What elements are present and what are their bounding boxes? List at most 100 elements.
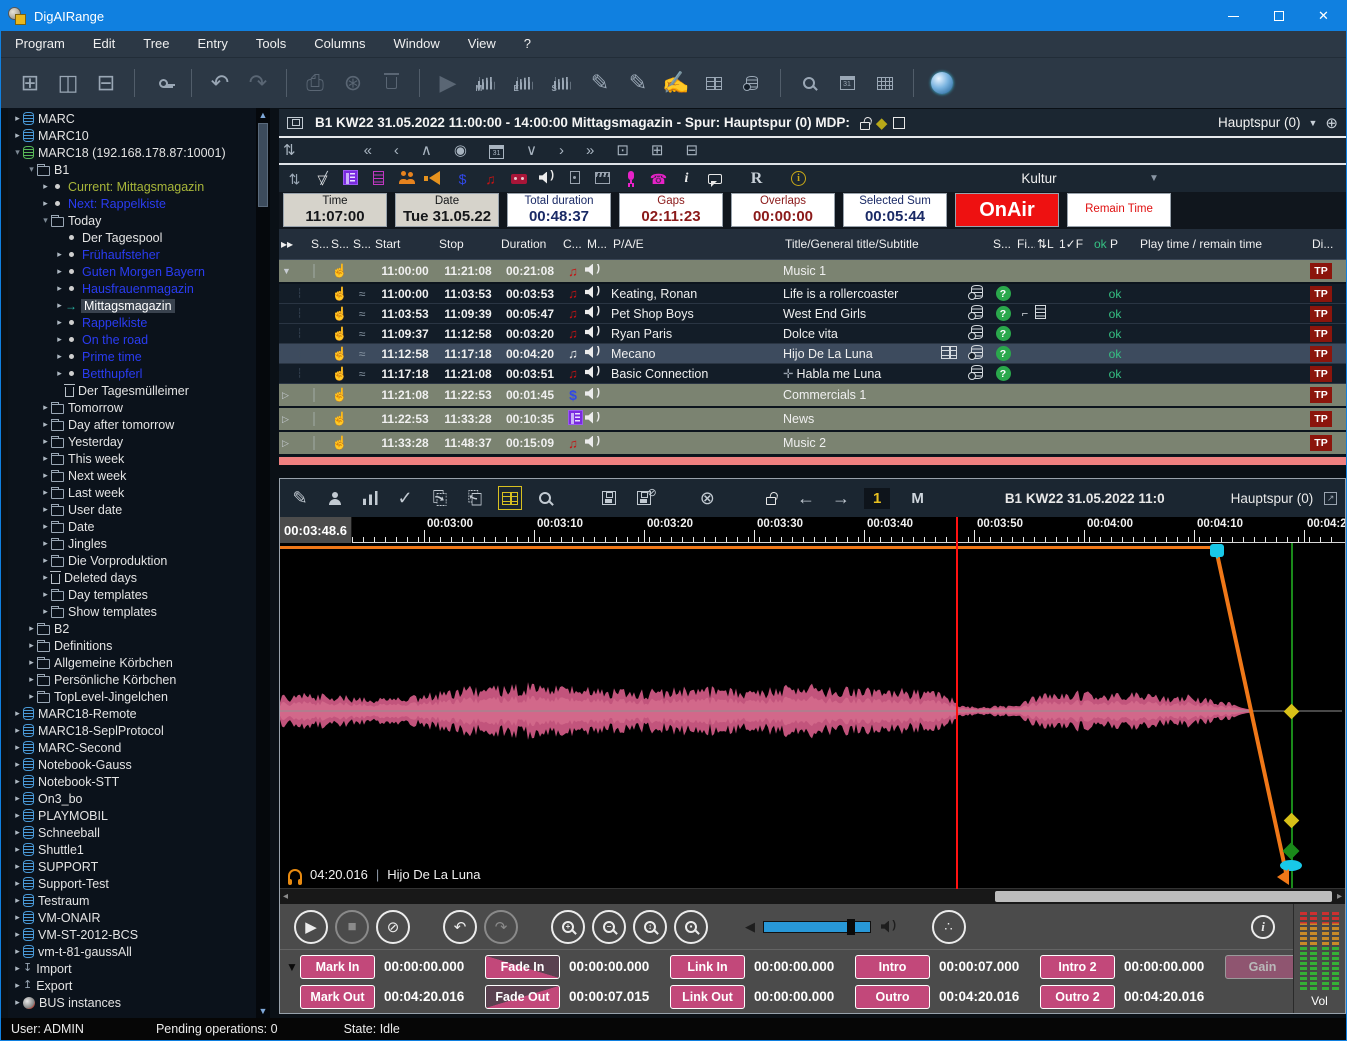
- split-vertical-button[interactable]: ◫: [51, 66, 85, 100]
- split-horizontal-button[interactable]: ⊟: [89, 66, 123, 100]
- print-button[interactable]: ⎙: [298, 66, 332, 100]
- playlist-row[interactable]: ┆☝≈11:12:5811:17:1800:04:20♫MecanoHijo D…: [279, 344, 1346, 364]
- playhead-cursor[interactable]: [956, 517, 958, 889]
- music-note-filter-button[interactable]: ♫: [481, 172, 500, 186]
- scroll-up-icon[interactable]: ▲: [257, 108, 269, 122]
- column-header[interactable]: ⇅L: [1035, 237, 1057, 251]
- next-arrow-button[interactable]: →: [829, 486, 853, 510]
- expand-icon[interactable]: ▸: [54, 317, 65, 328]
- close-button[interactable]: ✕: [1301, 1, 1346, 31]
- zoom-select-button[interactable]: ▪: [674, 910, 708, 944]
- fields-collapse-icon[interactable]: ▼: [284, 960, 300, 974]
- persons-filter-button[interactable]: [397, 171, 416, 186]
- news-filter-button[interactable]: [341, 170, 360, 187]
- playlist-row[interactable]: ▼☝11:00:0011:21:0800:21:08♫Music 1TP: [279, 260, 1346, 284]
- playlist-row[interactable]: ▷☝11:33:2811:48:3700:15:09♫Music 2TP: [279, 432, 1346, 456]
- expand-icon[interactable]: ▸: [12, 759, 23, 770]
- expand-icon[interactable]: ▸: [40, 470, 51, 481]
- expand-icon[interactable]: ▸: [12, 776, 23, 787]
- column-header[interactable]: P/A/E: [611, 237, 783, 251]
- expand-icon[interactable]: ▸: [40, 402, 51, 413]
- speaker-filter-button[interactable]: [537, 172, 556, 186]
- expand-icon[interactable]: ▸: [40, 555, 51, 566]
- scrollbar-thumb[interactable]: [258, 123, 268, 207]
- expand-icon[interactable]: ▸: [12, 980, 23, 991]
- expand-icon[interactable]: ▸: [54, 249, 65, 260]
- drag-hand-icon[interactable]: ☝: [329, 263, 351, 279]
- tree-item-fr-haufsteher[interactable]: ▸Frühaufsteher: [8, 246, 256, 263]
- tree-item-user-date[interactable]: ▸User date: [8, 501, 256, 518]
- tree-item-playmobil[interactable]: ▸PLAYMOBIL: [8, 807, 256, 824]
- wave-m-button[interactable]: M: [469, 66, 503, 100]
- insert-entry-button[interactable]: ⊟: [685, 143, 698, 158]
- tree-item-b1[interactable]: ▾B1: [8, 161, 256, 178]
- scrollbar-thumb[interactable]: [995, 891, 1332, 902]
- track-selector[interactable]: Hauptspur (0): [1218, 115, 1301, 130]
- down-button[interactable]: ∨: [526, 143, 537, 158]
- expand-icon[interactable]: ▸: [54, 334, 65, 345]
- search-button[interactable]: [533, 486, 557, 510]
- menu-item-tree[interactable]: Tree: [129, 31, 183, 57]
- drag-hand-icon[interactable]: ☝: [329, 286, 351, 302]
- column-header[interactable]: Di...: [1310, 237, 1340, 251]
- split-editor-button[interactable]: [697, 66, 731, 100]
- tree-item-hausfrauenmagazin[interactable]: ▸Hausfrauenmagazin: [8, 280, 256, 297]
- drag-hand-icon[interactable]: ☝: [329, 435, 351, 451]
- expand-icon[interactable]: ▸: [26, 657, 37, 668]
- expand-icon[interactable]: ▸: [12, 725, 23, 736]
- tree-item-day-after-tomorrow[interactable]: ▸Day after tomorrow: [8, 416, 256, 433]
- expand-icon[interactable]: ▸: [12, 844, 23, 855]
- drag-hand-icon[interactable]: ☝: [329, 306, 351, 322]
- scroll-right-icon[interactable]: ▸: [1337, 889, 1342, 905]
- column-header[interactable]: Stop: [437, 237, 499, 251]
- scroll-down-icon[interactable]: ▼: [257, 1004, 269, 1018]
- tree-item-import[interactable]: ▸↧Import: [8, 960, 256, 977]
- filter-off-filter-button[interactable]: ▽: [313, 172, 332, 186]
- tree-item-this-week[interactable]: ▸This week: [8, 450, 256, 467]
- expand-icon[interactable]: ▸: [40, 521, 51, 532]
- tree-item-show-templates[interactable]: ▸Show templates: [8, 603, 256, 620]
- menu-item-entry[interactable]: Entry: [184, 31, 242, 57]
- chevron-down-icon[interactable]: ▼: [1309, 118, 1318, 128]
- page-number[interactable]: 1: [864, 488, 890, 509]
- expand-row-icon[interactable]: ▷: [279, 414, 295, 425]
- check-button[interactable]: ✓: [393, 486, 417, 510]
- unlock-button[interactable]: [759, 486, 783, 510]
- tree-item-guten-morgen-bayern[interactable]: ▸Guten Morgen Bayern: [8, 263, 256, 280]
- link-in-button[interactable]: Link In: [670, 955, 745, 979]
- column-header[interactable]: ok P: [1092, 237, 1138, 251]
- column-header[interactable]: M...: [585, 237, 611, 251]
- stop-button[interactable]: ■: [335, 910, 369, 944]
- key-button[interactable]: [146, 66, 180, 100]
- tree-item-marc18-seplprotocol[interactable]: ▸MARC18-SeplProtocol: [8, 722, 256, 739]
- info-circle-filter-button[interactable]: i: [791, 171, 810, 186]
- tree-item-definitions[interactable]: ▸Definitions: [8, 637, 256, 654]
- menu-item-view[interactable]: View: [454, 31, 510, 57]
- expand-icon[interactable]: ▸: [40, 453, 51, 464]
- recorder-filter-button[interactable]: [565, 171, 584, 186]
- tree-item-date[interactable]: ▸Date: [8, 518, 256, 535]
- tree-item-prime-time[interactable]: ▸Prime time: [8, 348, 256, 365]
- zoom-height-button[interactable]: ↕: [633, 910, 667, 944]
- collapse-row-icon[interactable]: ▼: [279, 266, 295, 276]
- expand-icon[interactable]: ▸: [12, 827, 23, 838]
- expand-icon[interactable]: ▸: [12, 963, 23, 974]
- expand-icon[interactable]: ▸: [12, 130, 23, 141]
- playlist-row[interactable]: ┆☝≈11:03:5311:09:3900:05:47♫Pet Shop Boy…: [279, 304, 1346, 324]
- drag-hand-icon[interactable]: ☝: [329, 411, 351, 427]
- zoom-in-button[interactable]: +: [551, 910, 585, 944]
- prev-button[interactable]: ‹: [394, 143, 399, 158]
- microphone-filter-button[interactable]: [621, 171, 640, 186]
- column-header[interactable]: Fi...: [1015, 237, 1035, 251]
- dollar-filter-button[interactable]: $: [453, 172, 472, 186]
- playlist-row[interactable]: ┆☝≈11:09:3711:12:5800:03:20♫Ryan ParisDo…: [279, 324, 1346, 344]
- menu-item-tools[interactable]: Tools: [242, 31, 300, 57]
- tree-item-next-week[interactable]: ▸Next week: [8, 467, 256, 484]
- playlist-row[interactable]: ▷☝11:22:5311:33:2800:10:35NewsTP: [279, 408, 1346, 432]
- tree-item-der-tagesm-lleimer[interactable]: Der Tagesmülleimer: [8, 382, 256, 399]
- tree-item-on-the-road[interactable]: ▸On the road: [8, 331, 256, 348]
- mute-icon[interactable]: ◀: [745, 919, 755, 935]
- intro-2-button[interactable]: Intro 2: [1040, 955, 1115, 979]
- tree-item-marc18-remote[interactable]: ▸MARC18-Remote: [8, 705, 256, 722]
- expand-icon[interactable]: ▸: [12, 929, 23, 940]
